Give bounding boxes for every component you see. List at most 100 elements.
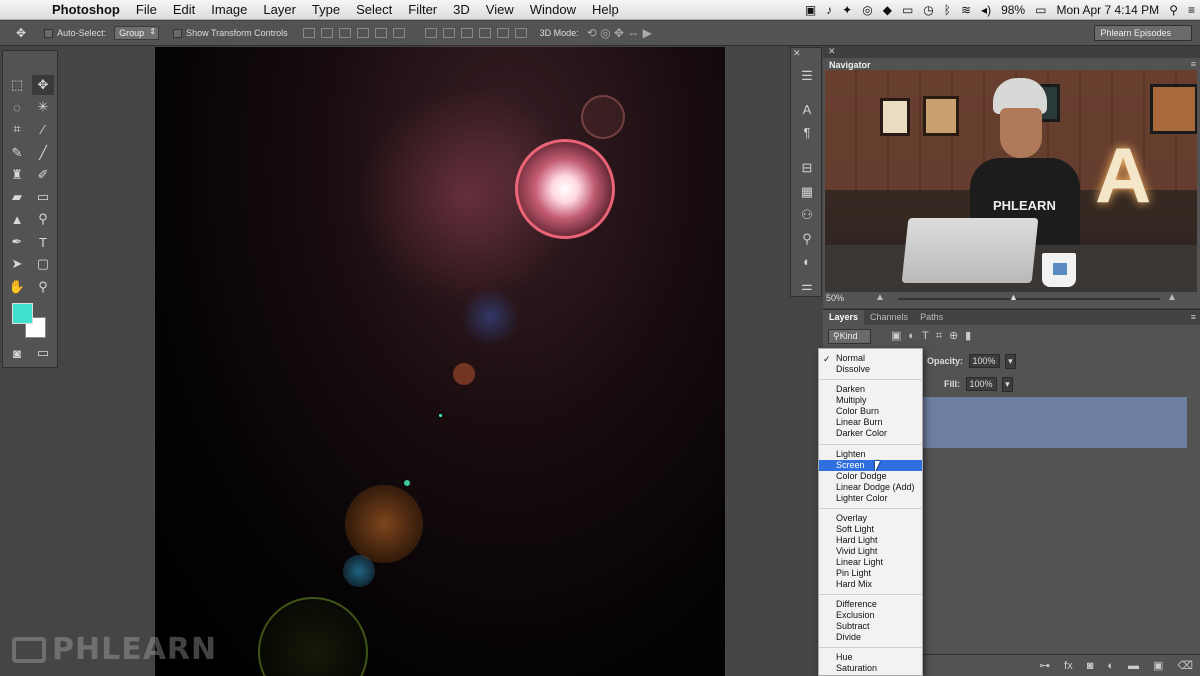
- eyedropper-icon[interactable]: ⁄: [32, 119, 54, 139]
- distribute-hcenter-icon[interactable]: [496, 28, 509, 38]
- new-group-icon[interactable]: ▬: [1128, 660, 1139, 672]
- tab-channels[interactable]: Channels: [864, 310, 914, 325]
- tool-presets-panel-icon[interactable]: ⚌: [796, 278, 818, 296]
- dodge-tool-icon[interactable]: ⚲: [32, 209, 54, 229]
- character-panel-icon[interactable]: A: [796, 102, 818, 120]
- marquee-tool-icon[interactable]: ⬚: [6, 75, 28, 95]
- distribute-right-icon[interactable]: [514, 28, 527, 38]
- align-bottom-icon[interactable]: [338, 28, 351, 38]
- camera-icon[interactable]: ▣: [805, 3, 816, 17]
- battery-percent[interactable]: 98%: [1001, 3, 1025, 17]
- bluetooth-icon[interactable]: ᛒ: [944, 3, 951, 17]
- move-tool-icon[interactable]: ✥: [16, 26, 26, 40]
- blend-normal[interactable]: Normal: [819, 353, 922, 364]
- blend-dissolve[interactable]: Dissolve: [819, 364, 922, 375]
- menu-3d[interactable]: 3D: [445, 2, 478, 17]
- screen-mode-icon[interactable]: ▭: [32, 343, 54, 363]
- zoom-in-icon[interactable]: ▲: [1167, 292, 1177, 303]
- align-right-icon[interactable]: [392, 28, 405, 38]
- document-canvas[interactable]: [155, 47, 725, 676]
- pen-tool-icon[interactable]: ✒: [6, 232, 28, 252]
- menu-help[interactable]: Help: [584, 2, 627, 17]
- distribute-left-icon[interactable]: [478, 28, 491, 38]
- properties-panel-icon[interactable]: ⊟: [796, 160, 818, 178]
- show-transform-checkbox[interactable]: [173, 28, 183, 38]
- panel-menu-icon[interactable]: ≡: [1191, 312, 1196, 322]
- align-top-icon[interactable]: [302, 28, 315, 38]
- blend-darken[interactable]: Darken: [819, 384, 922, 395]
- blend-darker-color[interactable]: Darker Color: [819, 428, 922, 439]
- trash-icon[interactable]: ⌫: [1177, 659, 1193, 672]
- type-tool-icon[interactable]: T: [32, 232, 54, 252]
- menu-type[interactable]: Type: [304, 2, 348, 17]
- blend-lighter-color[interactable]: Lighter Color: [819, 493, 922, 504]
- quick-mask-icon[interactable]: ◙: [6, 343, 28, 363]
- eraser-tool-icon[interactable]: ▰: [6, 187, 28, 207]
- creative-cloud-icon[interactable]: ◎: [862, 3, 872, 17]
- notification-center-icon[interactable]: ≡: [1188, 3, 1195, 17]
- blend-hue[interactable]: Hue: [819, 652, 922, 663]
- evernote-icon[interactable]: ◆: [883, 3, 892, 17]
- magic-wand-icon[interactable]: ✳: [32, 97, 54, 117]
- clone-stamp-icon[interactable]: ♜: [6, 165, 28, 185]
- selected-layer-row[interactable]: [923, 397, 1187, 448]
- close-icon[interactable]: ✕: [793, 48, 801, 59]
- lasso-tool-icon[interactable]: ◌: [6, 97, 28, 117]
- clock[interactable]: Mon Apr 7 4:14 PM: [1056, 3, 1159, 17]
- blend-subtract[interactable]: Subtract: [819, 621, 922, 632]
- adjustment-layer-icon[interactable]: ◐: [1107, 660, 1114, 672]
- blend-saturation[interactable]: Saturation: [819, 663, 922, 674]
- opacity-dropdown-icon[interactable]: ▾: [1005, 354, 1016, 369]
- menu-image[interactable]: Image: [203, 2, 255, 17]
- fill-dropdown-icon[interactable]: ▾: [1002, 377, 1013, 392]
- 3d-mode-icons[interactable]: ⟲ ◎ ✥ ⇔ ▶: [587, 26, 652, 40]
- blend-pin-light[interactable]: Pin Light: [819, 568, 922, 579]
- blend-divide[interactable]: Divide: [819, 632, 922, 643]
- distribute-vcenter-icon[interactable]: [442, 28, 455, 38]
- filter-kind-dropdown[interactable]: ⚲Kind: [828, 329, 871, 344]
- blend-overlay[interactable]: Overlay: [819, 513, 922, 524]
- align-hcenter-icon[interactable]: [374, 28, 387, 38]
- blend-color-dodge[interactable]: Color Dodge: [819, 471, 922, 482]
- add-mask-icon[interactable]: ◙: [1087, 660, 1094, 672]
- new-layer-icon[interactable]: ▣: [1153, 659, 1163, 672]
- brush-tool-icon[interactable]: ╱: [32, 143, 54, 163]
- blend-exclusion[interactable]: Exclusion: [819, 610, 922, 621]
- gradient-tool-icon[interactable]: ▭: [32, 187, 54, 207]
- zoom-value[interactable]: 50%: [826, 293, 844, 303]
- dropbox-icon[interactable]: ✦: [842, 3, 852, 17]
- menu-photoshop[interactable]: Photoshop: [44, 2, 128, 17]
- tab-paths[interactable]: Paths: [914, 310, 949, 325]
- workspace-switcher[interactable]: Phlearn Episodes: [1094, 25, 1192, 41]
- wifi-icon[interactable]: ≋: [961, 3, 971, 17]
- menu-view[interactable]: View: [478, 2, 522, 17]
- healing-brush-icon[interactable]: ✎: [6, 143, 28, 163]
- auto-select-checkbox[interactable]: [44, 28, 54, 38]
- blend-screen[interactable]: Screen: [819, 460, 922, 471]
- zoom-tool-icon[interactable]: ⚲: [32, 277, 54, 297]
- close-icon[interactable]: ✕: [828, 46, 836, 57]
- blend-vivid-light[interactable]: Vivid Light: [819, 546, 922, 557]
- blend-linear-dodge[interactable]: Linear Dodge (Add): [819, 482, 922, 493]
- panel-menu-icon[interactable]: ≡: [1191, 59, 1196, 69]
- history-brush-icon[interactable]: ✐: [32, 165, 54, 185]
- menu-filter[interactable]: Filter: [400, 2, 445, 17]
- move-tool-icon[interactable]: ✥: [32, 75, 54, 95]
- shape-tool-icon[interactable]: ▢: [32, 254, 54, 274]
- blend-multiply[interactable]: Multiply: [819, 395, 922, 406]
- align-left-icon[interactable]: [356, 28, 369, 38]
- tab-layers[interactable]: Layers: [823, 310, 865, 325]
- blend-linear-burn[interactable]: Linear Burn: [819, 417, 922, 428]
- blend-difference[interactable]: Difference: [819, 599, 922, 610]
- distribute-bottom-icon[interactable]: [460, 28, 473, 38]
- zoom-slider[interactable]: [898, 298, 1160, 300]
- blend-lighten[interactable]: Lighten: [819, 449, 922, 460]
- blend-soft-light[interactable]: Soft Light: [819, 524, 922, 535]
- zoom-slider-handle[interactable]: ▲: [1009, 292, 1018, 302]
- menu-edit[interactable]: Edit: [165, 2, 203, 17]
- blend-linear-light[interactable]: Linear Light: [819, 557, 922, 568]
- clone-source-panel-icon[interactable]: ⚇: [796, 207, 818, 225]
- opacity-field[interactable]: 100%: [968, 354, 1000, 368]
- time-machine-icon[interactable]: ◷: [923, 3, 933, 17]
- airplay-icon[interactable]: ▭: [902, 3, 913, 17]
